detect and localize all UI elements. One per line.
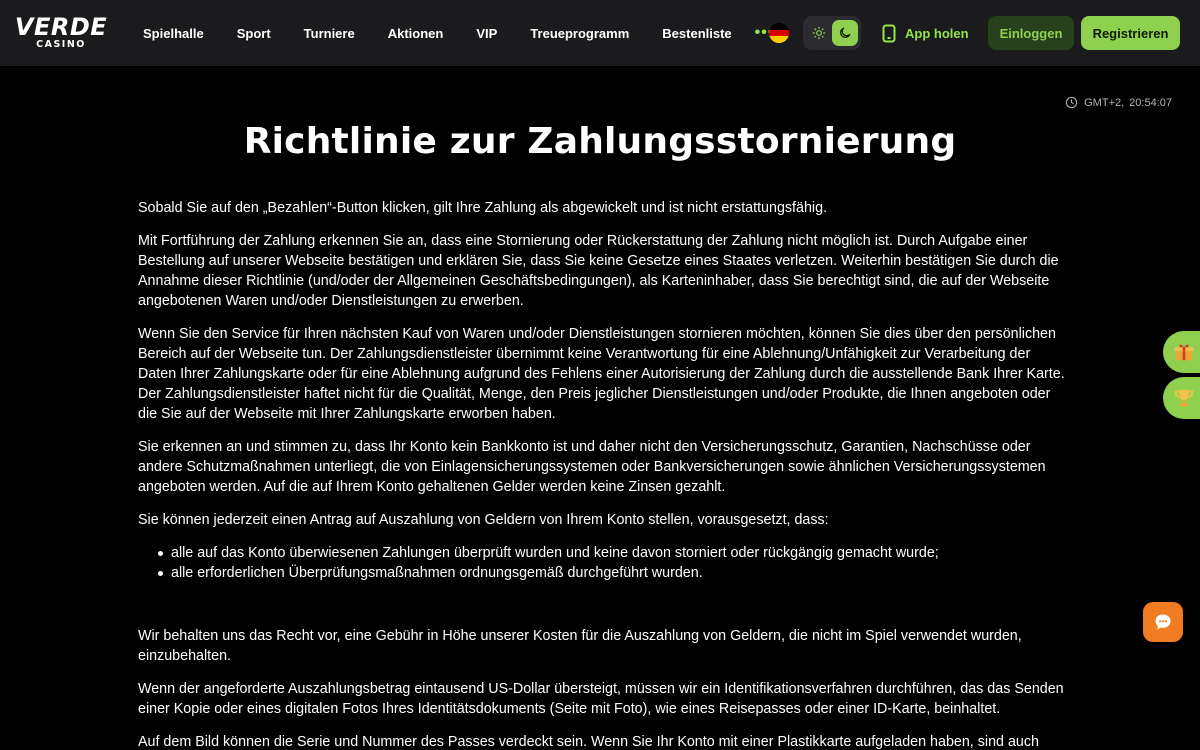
paragraph: Mit Fortführung der Zahlung erkennen Sie… bbox=[138, 233, 1059, 309]
tournaments-side-button[interactable] bbox=[1163, 377, 1200, 419]
moon-icon bbox=[840, 27, 851, 38]
policy-content: Sobald Sie auf den „Bezahlen“-Button kli… bbox=[138, 198, 1068, 750]
sun-icon bbox=[812, 26, 826, 40]
logo-sub-text: CASINO bbox=[36, 38, 86, 50]
main-nav: Spielhalle Sport Turniere Aktionen VIP T… bbox=[143, 0, 774, 66]
theme-toggle bbox=[803, 16, 861, 50]
register-button[interactable]: Registrieren bbox=[1081, 16, 1180, 50]
nav-item-sport[interactable]: Sport bbox=[237, 26, 271, 41]
clock-icon bbox=[1065, 96, 1078, 109]
light-theme-button[interactable] bbox=[806, 20, 832, 46]
logo-main-text: VERDE bbox=[14, 12, 108, 41]
dark-theme-button[interactable] bbox=[832, 20, 858, 46]
server-clock: GMT+2, 20:54:07 bbox=[1065, 96, 1172, 109]
paragraph: Wenn der angeforderte Auszahlungsbetrag … bbox=[138, 681, 1064, 717]
paragraph: Sie können jederzeit einen Antrag auf Au… bbox=[138, 512, 829, 528]
clock-timezone: GMT+2, bbox=[1084, 96, 1125, 109]
gift-box-icon bbox=[1174, 344, 1194, 361]
germany-flag-icon[interactable] bbox=[769, 23, 789, 43]
get-app-label: App holen bbox=[905, 25, 969, 41]
nav-item-spielhalle[interactable]: Spielhalle bbox=[143, 26, 204, 41]
trophy-icon bbox=[1174, 389, 1194, 407]
login-button[interactable]: Einloggen bbox=[988, 16, 1074, 50]
paragraph: Wenn Sie den Service für Ihren nächsten … bbox=[138, 326, 1065, 422]
nav-item-vip[interactable]: VIP bbox=[476, 26, 497, 41]
clock-time: 20:54:07 bbox=[1129, 96, 1172, 109]
chat-button[interactable] bbox=[1143, 602, 1183, 642]
list-item: alle auf das Konto überwiesenen Zahlunge… bbox=[158, 543, 1068, 563]
logo[interactable]: VERDE CASINO bbox=[14, 12, 108, 50]
paragraph: Auf dem Bild können die Serie und Nummer… bbox=[138, 734, 1039, 750]
get-app-link[interactable]: App holen bbox=[882, 22, 969, 44]
conditions-list: alle auf das Konto überwiesenen Zahlunge… bbox=[138, 543, 1068, 583]
phone-icon bbox=[882, 24, 896, 42]
site-header: VERDE CASINO Spielhalle Sport Turniere A… bbox=[0, 0, 1200, 66]
nav-item-aktionen[interactable]: Aktionen bbox=[388, 26, 444, 41]
list-item: alle erforderlichen Überprüfungsmaßnahme… bbox=[158, 563, 1068, 583]
nav-item-turniere[interactable]: Turniere bbox=[304, 26, 355, 41]
paragraph: Sie erkennen an und stimmen zu, dass Ihr… bbox=[138, 439, 1046, 495]
nav-item-treueprogramm[interactable]: Treueprogramm bbox=[530, 26, 629, 41]
chat-bubble-icon bbox=[1155, 614, 1171, 630]
nav-item-bestenliste[interactable]: Bestenliste bbox=[662, 26, 731, 41]
paragraph: Sobald Sie auf den „Bezahlen“-Button kli… bbox=[138, 200, 828, 216]
paragraph: Wir behalten uns das Recht vor, eine Geb… bbox=[138, 628, 1022, 664]
page-title: Richtlinie zur Zahlungsstornierung bbox=[243, 121, 957, 162]
gifts-side-button[interactable] bbox=[1163, 331, 1200, 373]
